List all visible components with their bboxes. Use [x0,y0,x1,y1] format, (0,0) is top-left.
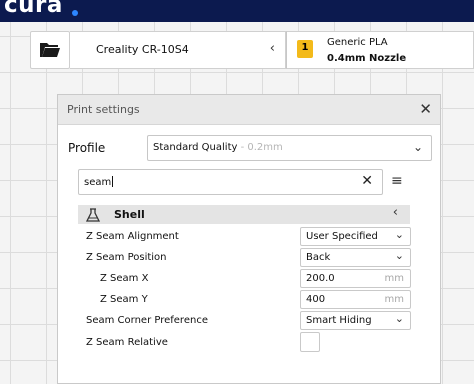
setting-label: Z Seam Relative [86,337,168,348]
top-bar: cura [0,0,474,22]
chevron-down-icon: ⌄ [394,228,404,241]
z-seam-alignment-select[interactable]: User Specified ⌄ [300,227,411,246]
material-selector[interactable]: 1 Generic PLA 0.4mm Nozzle [286,31,474,69]
z-seam-y-input[interactable]: 400 mm [300,290,411,309]
profile-layer-height: - 0.2mm [237,142,283,153]
chevron-left-icon: ‹ [269,41,275,56]
print-settings-panel: Print settings ✕ Profile Standard Qualit… [57,94,441,384]
input-value: 400 [306,294,326,305]
setting-label: Z Seam Alignment [86,231,179,242]
profile-value: Standard Quality - 0.2mm [153,142,283,153]
select-value: Back [306,252,331,263]
profile-label: Profile [68,141,106,155]
logo-dot [72,10,78,16]
setting-label: Z Seam X [100,273,149,284]
printer-name: Creality CR-10S4 [96,43,189,56]
select-value: Smart Hiding [306,315,372,326]
open-file-button[interactable] [30,31,70,69]
extruder-badge: 1 [297,40,313,58]
chevron-down-icon: ⌄ [394,312,404,325]
category-label: Shell [114,208,145,221]
unit-label: mm [384,273,404,284]
clear-search-icon[interactable]: ✕ [361,173,373,189]
settings-menu-icon[interactable]: ≡ [391,173,403,189]
profile-dropdown[interactable]: Standard Quality - 0.2mm ⌄ [147,135,432,161]
close-icon[interactable]: ✕ [419,100,432,118]
search-value: seam [84,176,114,188]
z-seam-relative-checkbox[interactable] [300,332,320,352]
setting-label: Z Seam Position [86,252,167,263]
panel-header: Print settings ✕ [58,95,440,125]
setting-label: Seam Corner Preference [86,315,208,326]
folder-icon [40,43,60,57]
category-shell[interactable]: Shell ‹ [78,205,410,224]
printer-selector[interactable]: Creality CR-10S4 ‹ [70,31,286,69]
z-seam-x-input[interactable]: 200.0 mm [300,269,411,288]
setting-label: Z Seam Y [100,294,148,305]
input-value: 200.0 [306,273,335,284]
unit-label: mm [384,294,404,305]
select-value: User Specified [306,231,378,242]
chevron-left-icon[interactable]: ‹ [393,205,398,220]
material-name: Generic PLA [327,37,388,48]
settings-search-input[interactable]: seam ✕ [78,169,383,195]
cura-logo: cura [4,0,63,18]
shell-icon [85,207,101,226]
nozzle-size: 0.4mm Nozzle [327,53,407,64]
panel-title: Print settings [67,103,140,116]
seam-corner-preference-select[interactable]: Smart Hiding ⌄ [300,311,411,330]
z-seam-position-select[interactable]: Back ⌄ [300,248,411,267]
chevron-down-icon: ⌄ [394,249,404,262]
chevron-down-icon: ⌄ [412,140,423,154]
